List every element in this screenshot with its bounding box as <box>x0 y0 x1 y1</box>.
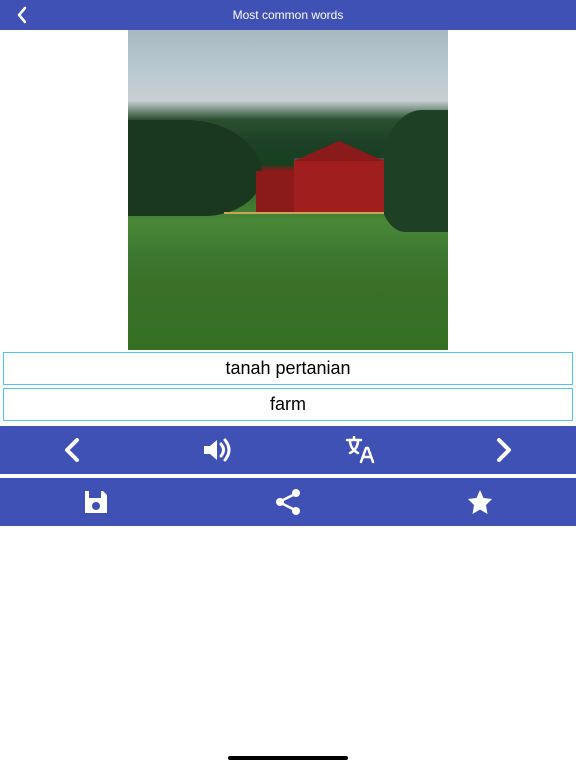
speaker-icon <box>200 436 232 464</box>
save-button[interactable] <box>0 478 192 526</box>
page-title: Most common words <box>0 8 576 22</box>
source-word: tanah pertanian <box>3 352 573 385</box>
home-indicator <box>228 756 348 760</box>
secondary-toolbar <box>0 478 576 526</box>
back-button[interactable] <box>10 3 34 27</box>
image-area <box>0 30 576 350</box>
header: Most common words <box>0 0 576 30</box>
primary-toolbar <box>0 426 576 474</box>
favorite-button[interactable] <box>384 478 576 526</box>
translate-button[interactable] <box>288 426 432 474</box>
next-button[interactable] <box>432 426 576 474</box>
chevron-right-icon <box>493 436 515 464</box>
word-image <box>128 30 448 350</box>
audio-button[interactable] <box>144 426 288 474</box>
translate-icon <box>345 436 375 464</box>
chevron-left-icon <box>61 436 83 464</box>
save-icon <box>83 489 109 515</box>
previous-button[interactable] <box>0 426 144 474</box>
share-icon <box>274 488 302 516</box>
star-icon <box>466 489 494 515</box>
share-button[interactable] <box>192 478 384 526</box>
word-boxes: tanah pertanian farm <box>0 350 576 424</box>
translation-word: farm <box>3 388 573 421</box>
chevron-left-icon <box>16 6 28 24</box>
content-area: tanah pertanian farm <box>0 30 576 526</box>
